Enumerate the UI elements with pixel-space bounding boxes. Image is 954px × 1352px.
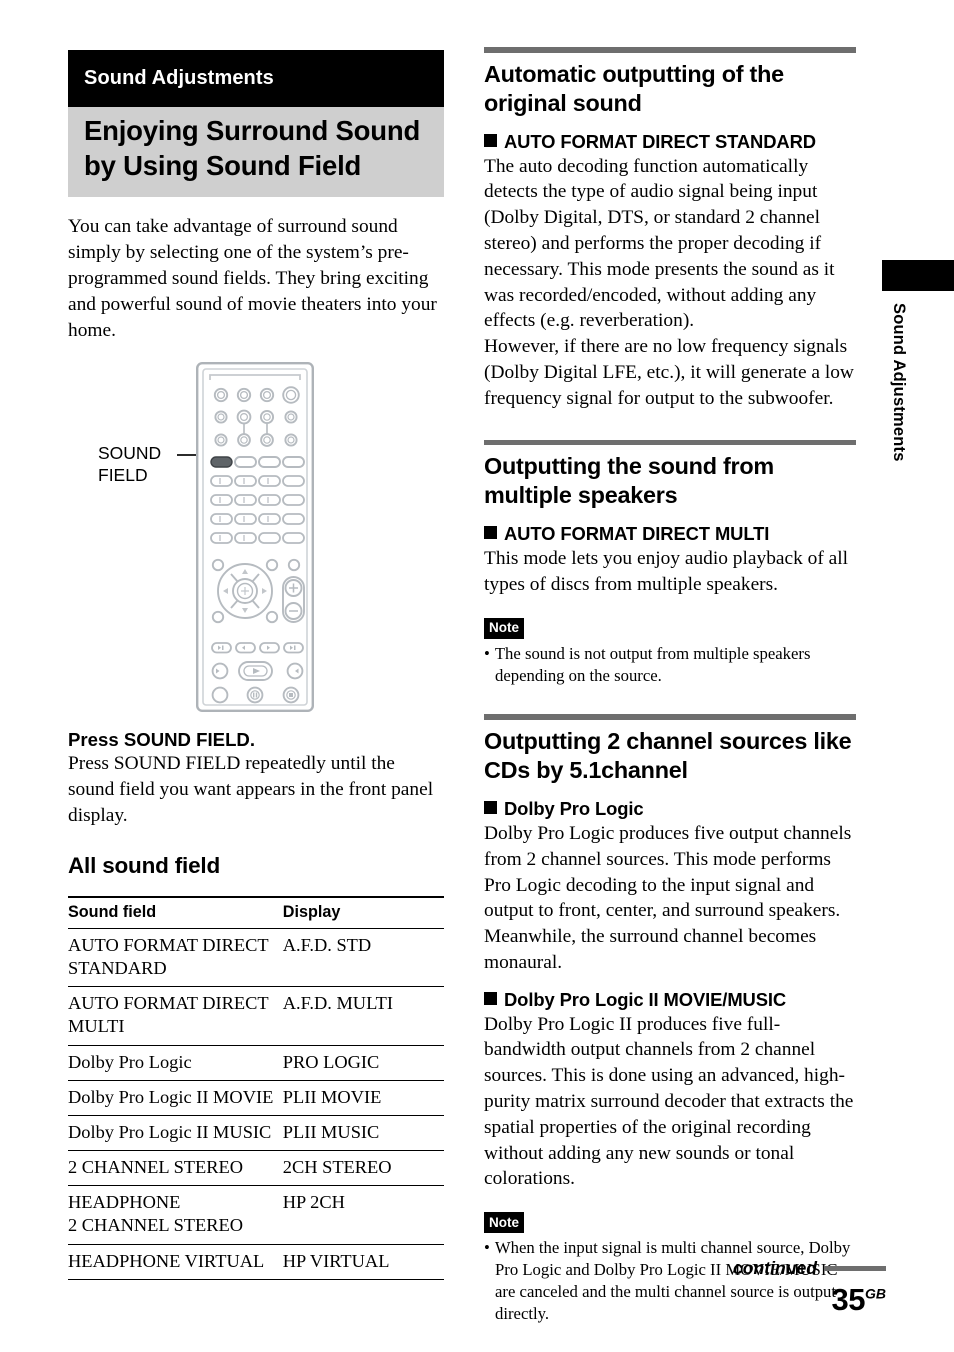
- table-header-row: Sound field Display: [68, 895, 444, 929]
- table-row: Dolby Pro Logic II MOVIE PLII MOVIE: [68, 1080, 444, 1116]
- side-thumb-tab-label: Sound Adjustments: [890, 303, 908, 462]
- section1-heading: Automatic outputting of the original sou…: [484, 60, 784, 116]
- note-item: The sound is not output from multiple sp…: [484, 643, 856, 687]
- table-header-display: Display: [282, 895, 444, 929]
- section2-paragraph-1: This mode lets you enjoy audio playback …: [484, 548, 849, 595]
- page-number-value: 35: [831, 1282, 866, 1317]
- chapter-band-label: Sound Adjustments: [84, 67, 274, 89]
- left-column: Sound Adjustments Enjoying Surround Soun…: [68, 50, 444, 1280]
- section2-heading: Outputting the sound from multiple speak…: [484, 453, 774, 509]
- cell-display: PLII MOVIE: [282, 1080, 444, 1116]
- section-rule: [484, 439, 856, 445]
- sound-field-button-highlight: [210, 456, 233, 469]
- table-row: AUTO FORMAT DIRECT MULTI A.F.D. MULTI: [68, 986, 444, 1046]
- continued-marker: continued: [733, 1258, 886, 1279]
- continued-rule: [824, 1266, 886, 1271]
- section3-heading: Outputting 2 channel sources like CDs by…: [484, 727, 852, 783]
- section2-mode-heading: AUTO FORMAT DIRECT MULTI: [484, 523, 856, 545]
- press-sound-field-paragraph: Press SOUND FIELD repeatedly until the s…: [68, 753, 434, 826]
- section1-mode-heading-label: AUTO FORMAT DIRECT STANDARD: [504, 130, 816, 152]
- page-number-suffix: GB: [865, 1285, 886, 1302]
- note-badge: Note: [484, 617, 524, 639]
- table-row: Dolby Pro Logic PRO LOGIC: [68, 1045, 444, 1081]
- cell-sound-field: Dolby Pro Logic: [68, 1045, 283, 1081]
- remote-control-illustration: [196, 362, 314, 713]
- table-row: AUTO FORMAT DIRECT STANDARD A.F.D. STD: [68, 928, 444, 988]
- square-bullet-icon: [484, 991, 497, 1005]
- side-thumb-tab-bar: [882, 260, 954, 291]
- cell-sound-field: HEADPHONE 2 CHANNEL STEREO: [68, 1185, 283, 1245]
- table-row: 2 CHANNEL STEREO 2CH STEREO: [68, 1150, 444, 1187]
- section2-note-list: The sound is not output from multiple sp…: [484, 643, 856, 687]
- cell-display: PLII MUSIC: [282, 1115, 444, 1152]
- chapter-band: Sound Adjustments: [68, 50, 444, 107]
- press-sound-field-heading: Press SOUND FIELD.: [68, 729, 256, 751]
- cell-display: A.F.D. STD: [282, 928, 444, 988]
- square-bullet-icon: [484, 526, 497, 540]
- sound-field-table: Sound field Display AUTO FORMAT DIRECT S…: [68, 895, 444, 1280]
- section3-mode-heading-a: Dolby Pro Logic: [484, 798, 856, 820]
- table-body: AUTO FORMAT DIRECT STANDARD A.F.D. STD AUT…: [68, 928, 444, 1280]
- cell-sound-field: 2 CHANNEL STEREO: [68, 1150, 283, 1187]
- page-title-band: Enjoying Surround Sound by Using Sound F…: [68, 107, 444, 198]
- section1-mode-heading: AUTO FORMAT DIRECT STANDARD: [484, 131, 856, 153]
- cell-sound-field: AUTO FORMAT DIRECT STANDARD: [68, 928, 283, 988]
- cell-sound-field: AUTO FORMAT DIRECT MULTI: [68, 986, 283, 1046]
- continued-label: continued: [732, 1258, 817, 1278]
- table-header-sound-field: Sound field: [68, 895, 283, 929]
- section-multiple-speakers: Outputting the sound from multiple speak…: [484, 439, 856, 687]
- section1-paragraph-2: However, if there are no low frequency s…: [484, 336, 854, 409]
- square-bullet-icon: [484, 133, 497, 147]
- note-badge: Note: [484, 1212, 524, 1234]
- square-bullet-icon: [484, 800, 497, 814]
- cell-display: PRO LOGIC: [282, 1045, 444, 1081]
- section1-paragraph-1: The auto decoding function automatically…: [484, 155, 835, 332]
- page-footer: continued 35GB: [0, 1258, 954, 1348]
- page-title: Enjoying Surround Sound by Using Sound F…: [84, 115, 421, 182]
- table-row: HEADPHONE 2 CHANNEL STEREO HP 2CH: [68, 1185, 444, 1245]
- section-rule: [484, 714, 856, 720]
- cell-display: HP 2CH: [282, 1185, 444, 1245]
- section2-mode-heading-label: AUTO FORMAT DIRECT MULTI: [504, 523, 770, 545]
- cell-sound-field: Dolby Pro Logic II MOVIE: [68, 1080, 283, 1116]
- section3-mode-heading-b: Dolby Pro Logic II MOVIE/MUSIC: [484, 989, 856, 1011]
- right-column: Automatic outputting of the original sou…: [484, 47, 856, 1325]
- cell-sound-field: Dolby Pro Logic II MUSIC: [68, 1115, 283, 1152]
- intro-paragraph: You can take advantage of surround sound…: [68, 216, 437, 341]
- section3-mode-heading-a-label: Dolby Pro Logic: [504, 797, 644, 819]
- section-automatic-outputting: Automatic outputting of the original sou…: [484, 47, 856, 412]
- all-sound-field-heading: All sound field: [68, 852, 220, 878]
- section2-note-block: Note The sound is not output from multip…: [484, 617, 856, 687]
- section3-mode-heading-b-label: Dolby Pro Logic II MOVIE/MUSIC: [504, 988, 787, 1010]
- section-2ch-sources: Outputting 2 channel sources like CDs by…: [484, 714, 856, 1324]
- section3-paragraph-a: Dolby Pro Logic produces five output cha…: [484, 822, 852, 973]
- manual-page: Sound Adjustments Enjoying Surround Soun…: [0, 0, 954, 1352]
- cell-display: A.F.D. MULTI: [282, 986, 444, 1046]
- cell-display: 2CH STEREO: [282, 1150, 444, 1187]
- section-rule: [484, 47, 856, 53]
- sound-field-callout-label: SOUND FIELD: [98, 443, 162, 485]
- table-row: Dolby Pro Logic II MUSIC PLII MUSIC: [68, 1115, 444, 1152]
- remote-control-figure: SOUND FIELD: [68, 355, 444, 715]
- section3-paragraph-b: Dolby Pro Logic II produces five full-ba…: [484, 1013, 854, 1190]
- page-number: 35GB: [832, 1282, 886, 1318]
